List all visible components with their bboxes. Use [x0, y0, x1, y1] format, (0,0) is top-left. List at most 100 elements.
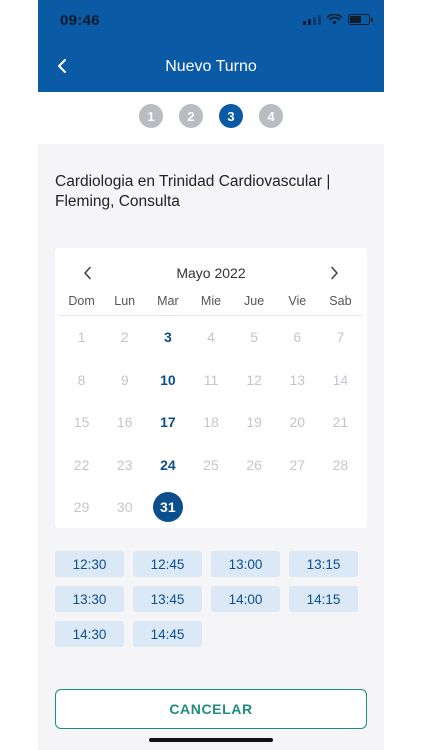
calendar-day-number: 31 — [152, 492, 183, 523]
calendar-day-number: 20 — [289, 414, 306, 431]
calendar-day-number: 26 — [246, 456, 262, 473]
calendar-day-number: 2 — [120, 329, 129, 346]
time-slot-list: 12:30 12:45 13:00 13:15 13:30 13:45 14:00 14:15… — [55, 551, 359, 647]
calendar-day: 29 — [60, 486, 103, 529]
calendar-day-number: 19 — [246, 414, 262, 431]
calendar-day-number: 29 — [73, 499, 90, 516]
calendar-day: 2 — [103, 316, 146, 359]
specialty-description: Cardiologia en Trinidad Cardiovascular |… — [55, 173, 331, 210]
calendar-day: 25 — [189, 444, 232, 487]
calendar-day[interactable]: 24 — [146, 444, 189, 487]
chevron-right-icon — [331, 266, 338, 280]
calendar-day: 26 — [233, 444, 276, 487]
phone-screen: 09:46 Nuevo Turno 1234 Cardiologia en Tr… — [38, 0, 384, 750]
calendar-day-number: 16 — [116, 414, 133, 431]
calendar-day: 1 — [60, 316, 103, 359]
calendar-header: Mayo 2022 — [55, 262, 367, 284]
calendar-day-number: 18 — [203, 414, 219, 431]
battery-icon — [348, 14, 373, 25]
step-1: 1 — [139, 104, 163, 128]
time-slot-button[interactable]: 12:30 — [55, 551, 124, 577]
step-3: 3 — [219, 104, 243, 128]
time-slot-button[interactable]: 14:45 — [133, 621, 202, 647]
weekday-label: Lun — [114, 294, 136, 308]
calendar-day-number: 4 — [207, 329, 215, 346]
calendar-day: 5 — [233, 316, 276, 359]
weekday-label: Jue — [244, 294, 265, 308]
calendar-day: 28 — [319, 444, 362, 487]
time-slot-button[interactable]: 13:30 — [55, 586, 124, 612]
calendar-day: 15 — [60, 401, 103, 444]
calendar-day-number: 8 — [77, 371, 86, 388]
calendar-day: 19 — [233, 401, 276, 444]
calendar-day: 30 — [103, 486, 146, 529]
calendar-day: 6 — [276, 316, 319, 359]
weekday-label: Mar — [157, 294, 179, 308]
calendar-day: 16 — [103, 401, 146, 444]
calendar-day-number: 27 — [289, 456, 306, 473]
calendar-day[interactable]: 3 — [146, 316, 189, 359]
time-slot-button[interactable]: 13:15 — [289, 551, 358, 577]
step-4: 4 — [259, 104, 283, 128]
step-2: 2 — [179, 104, 203, 128]
time-slot-button[interactable]: 12:45 — [133, 551, 202, 577]
calendar-day-number: 21 — [332, 414, 349, 431]
calendar-days: 1 2 3 4 5 6 7 8 9 10 11 12 13 14 15 16 17 18 19 20 21 22 23 24 2… — [60, 316, 362, 529]
cellular-signal-icon — [303, 14, 321, 25]
wifi-icon — [327, 14, 342, 25]
time-slot-button[interactable]: 14:15 — [289, 586, 358, 612]
calendar-day-number: 3 — [163, 329, 172, 346]
calendar-day-number: 28 — [332, 456, 349, 473]
calendar-day: 11 — [189, 359, 232, 402]
calendar-day-number: 13 — [289, 371, 306, 388]
calendar: Mayo 2022 Dom Lun Mar Mie Jue Vie Sab 12345678… — [55, 248, 367, 528]
calendar-day-number: 17 — [160, 414, 176, 431]
home-indicator — [149, 738, 273, 742]
cancel-button[interactable]: CANCELAR — [55, 689, 367, 729]
calendar-day[interactable]: 10 — [146, 359, 189, 402]
time-slot-button[interactable]: 14:30 — [55, 621, 124, 647]
weekday-label: Vie — [288, 294, 307, 308]
calendar-day-number: 10 — [160, 371, 176, 388]
time-slot-button[interactable]: 13:45 — [133, 586, 202, 612]
step-indicator: 1234 — [38, 104, 384, 134]
calendar-day: 4 — [189, 316, 232, 359]
weekday-label: Dom — [68, 294, 95, 308]
calendar-month-label: Mayo 2022 — [176, 265, 246, 281]
calendar-day-number: 14 — [332, 371, 349, 388]
calendar-day-number: 11 — [203, 371, 219, 388]
calendar-day: 9 — [103, 359, 146, 402]
status-bar: 09:46 — [38, 0, 384, 40]
calendar-day-number: 22 — [73, 456, 90, 473]
calendar-day-selected[interactable]: 31 — [146, 486, 189, 529]
app-header: 09:46 Nuevo Turno — [38, 0, 384, 92]
calendar-day: 7 — [319, 316, 362, 359]
calendar-day-number: 6 — [293, 329, 302, 346]
page-title: Nuevo Turno — [165, 58, 257, 75]
calendar-day-number: 15 — [73, 414, 90, 431]
weekday-label: Mie — [200, 294, 222, 308]
calendar-day: 27 — [276, 444, 319, 487]
calendar-day-number: 5 — [250, 329, 259, 346]
calendar-day-number: 23 — [116, 456, 133, 473]
calendar-day-number: 7 — [336, 329, 345, 346]
calendar-day-number: 25 — [203, 456, 219, 473]
calendar-day[interactable]: 17 — [146, 401, 189, 444]
calendar-day-number: 30 — [116, 499, 133, 516]
calendar-day: 18 — [189, 401, 232, 444]
time-slot-button[interactable]: 13:00 — [211, 551, 280, 577]
calendar-day-number: 12 — [246, 371, 262, 388]
calendar-day: 23 — [103, 444, 146, 487]
calendar-day: 20 — [276, 401, 319, 444]
calendar-day: 13 — [276, 359, 319, 402]
calendar-day: 22 — [60, 444, 103, 487]
calendar-day: 21 — [319, 401, 362, 444]
weekday-label: Sab — [329, 294, 352, 308]
calendar-day-number: 9 — [120, 371, 129, 388]
calendar-day: 14 — [319, 359, 362, 402]
next-month-button[interactable] — [323, 262, 345, 284]
time-slot-button[interactable]: 14:00 — [211, 586, 280, 612]
status-icons — [303, 14, 373, 25]
weekday-headers: Dom Lun Mar Mie Jue Vie Sab — [60, 294, 362, 308]
calendar-day-number: 1 — [77, 329, 86, 346]
